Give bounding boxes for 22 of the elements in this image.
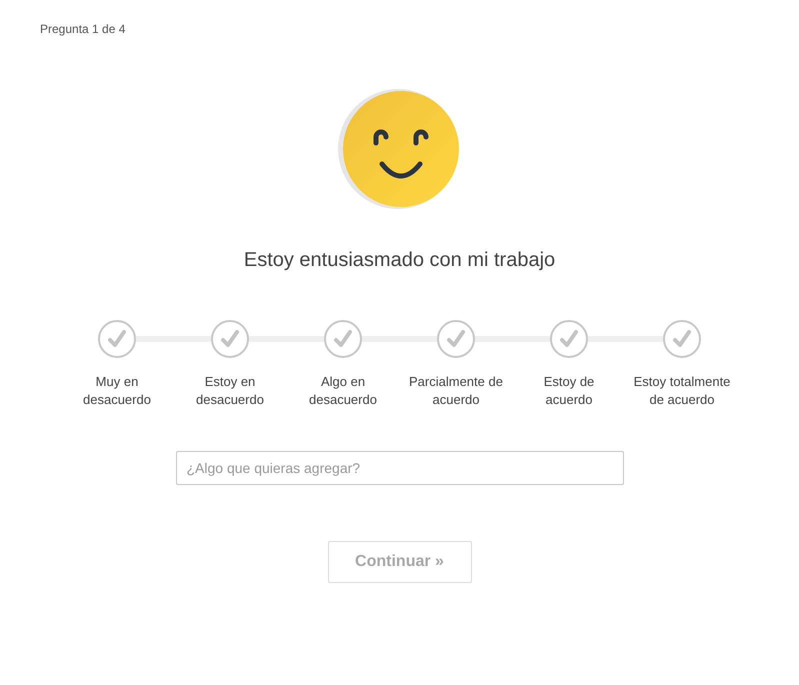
- option-label: Muy en desacuerdo: [82, 373, 152, 409]
- comment-field[interactable]: ¿Algo que quieras agregar?: [176, 451, 624, 485]
- question-title: Estoy entusiasmado con mi trabajo: [244, 249, 556, 272]
- option-label: Parcialmente de acuerdo: [408, 373, 504, 409]
- option-radio[interactable]: [324, 320, 362, 358]
- option-label: Estoy de acuerdo: [542, 373, 596, 409]
- option-radio[interactable]: [663, 320, 701, 358]
- option-label: Algo en desacuerdo: [308, 373, 378, 409]
- option-radio[interactable]: [98, 320, 136, 358]
- check-icon: [107, 330, 127, 348]
- option-radio[interactable]: [211, 320, 249, 358]
- option-label: Estoy en desacuerdo: [195, 373, 265, 409]
- check-icon: [333, 330, 353, 348]
- check-icon: [559, 330, 579, 348]
- check-icon: [220, 330, 240, 348]
- option-radio[interactable]: [437, 320, 475, 358]
- option-radio[interactable]: [550, 320, 588, 358]
- check-icon: [672, 330, 692, 348]
- check-icon: [446, 330, 466, 348]
- option-label: Estoy totalmente de acuerdo: [632, 373, 732, 409]
- smiley-face-icon: [338, 87, 462, 211]
- question-counter: Pregunta 1 de 4: [40, 22, 126, 36]
